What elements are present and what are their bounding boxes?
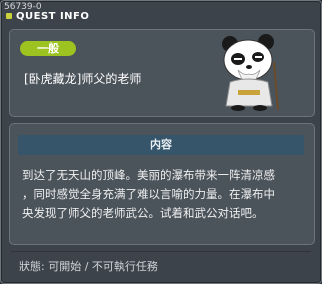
category-badge: 一般 (20, 41, 76, 56)
title-bullet-icon (6, 13, 12, 19)
title-bar[interactable]: 56739-0 QUEST INFO (1, 1, 321, 25)
quest-description: 到达了无天山的顶峰。美丽的瀑布带来一阵清凉感 ，同时感觉全身充满了难以言喻的力量… (22, 166, 308, 223)
content-section-header: 内容 (18, 135, 304, 155)
quest-status: 狀態: 可開始 / 不可執行任務 (19, 260, 158, 273)
quest-summary-panel: 一般 [卧虎藏龙]师父的老师 (9, 29, 315, 117)
quest-content-panel: 内容 到达了无天山的顶峰。美丽的瀑布带来一阵清凉感 ，同时感觉全身充满了难以言喻… (9, 123, 315, 245)
description-line: ，同时感觉全身充满了难以言喻的力量。在瀑布中 (22, 187, 275, 201)
window-title: QUEST INFO (16, 11, 90, 22)
quest-info-window: 56739-0 QUEST INFO 一般 [卧虎藏龙]师父的老师 内容 到达了… (0, 0, 322, 284)
description-line: 到达了无天山的顶峰。美丽的瀑布带来一阵清凉感 (22, 168, 275, 182)
description-line: 央发现了师父的老师武公。试着和武公对话吧。 (22, 206, 264, 220)
panda-master-npc-icon (222, 34, 279, 111)
divider (11, 251, 311, 252)
quest-name: [卧虎藏龙]师父的老师 (24, 72, 142, 86)
